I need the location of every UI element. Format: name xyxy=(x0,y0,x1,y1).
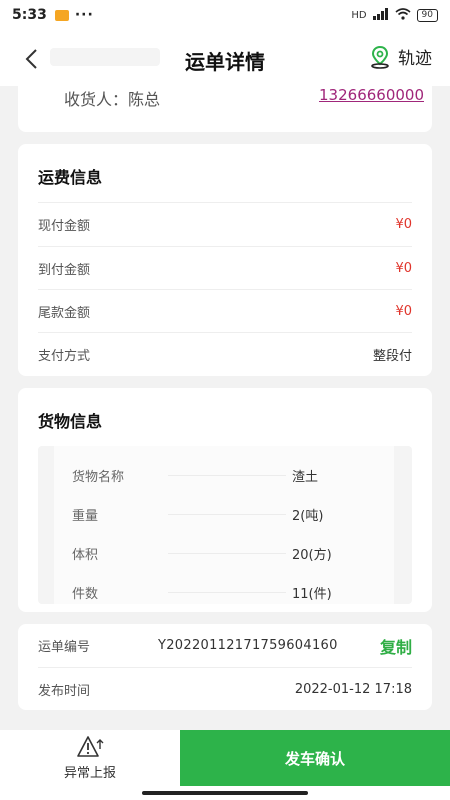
home-indicator-bar xyxy=(0,786,450,800)
chevron-left-icon xyxy=(25,49,37,69)
goods-row: 货物名称 渣土 xyxy=(72,466,372,485)
goods-row-label: 件数 xyxy=(72,587,99,602)
goods-list-inner: 货物名称 渣土 重量 2(吨) 体积 20(方) 件数 11(件) xyxy=(54,446,394,604)
goods-row-value: 11(件) xyxy=(292,587,332,602)
goods-row: 体积 20(方) xyxy=(72,544,372,563)
goods-row-label: 重量 xyxy=(72,509,99,524)
goods-row-label: 货物名称 xyxy=(72,470,125,485)
freight-row-payment-method: 支付方式 整段付 xyxy=(38,332,412,376)
network-type: HD xyxy=(351,9,367,21)
freight-row-prepaid: 现付金额 ¥0 xyxy=(38,202,412,246)
order-number-label: 运单编号 xyxy=(38,640,91,655)
blurred-name xyxy=(50,48,160,66)
goods-list-panel[interactable]: 货物名称 渣土 重量 2(吨) 体积 20(方) 件数 11(件) xyxy=(38,446,412,604)
freight-row-label: 支付方式 xyxy=(38,349,91,364)
order-number-value: Y20220112171759604160 xyxy=(158,638,338,653)
freight-row-balance: 尾款金额 ¥0 xyxy=(38,289,412,333)
track-button[interactable]: 轨迹 xyxy=(368,44,432,69)
freight-row-value: ¥0 xyxy=(395,261,412,276)
freight-row-value: 整段付 xyxy=(372,349,412,364)
freight-row-value: ¥0 xyxy=(395,217,412,232)
depart-confirm-button[interactable]: 发车确认 xyxy=(180,730,450,786)
goods-row-value: 20(方) xyxy=(292,548,332,563)
wifi-icon xyxy=(395,7,411,23)
goods-row-divider xyxy=(168,475,286,476)
signal-icon xyxy=(372,7,389,23)
goods-row-divider xyxy=(168,553,286,554)
freight-row-label: 现付金额 xyxy=(38,219,91,234)
goods-info-title: 货物信息 xyxy=(38,412,103,431)
receiver-card: 收货人：陈总 13266660000 xyxy=(18,86,432,132)
goods-info-card: 货物信息 货物名称 渣土 重量 2(吨) 体积 20(方) 件数 11(件) xyxy=(18,388,432,612)
order-number-row: 运单编号 Y20220112171759604160 复制 xyxy=(38,624,412,667)
notification-icon xyxy=(54,9,69,21)
warning-upload-icon xyxy=(77,736,104,757)
home-indicator[interactable] xyxy=(142,791,308,795)
publish-time-value: 2022-01-12 17:18 xyxy=(294,681,412,697)
receiver-phone-link[interactable]: 13266660000 xyxy=(319,86,424,104)
goods-row: 件数 11(件) xyxy=(72,583,372,602)
publish-time-row: 发布时间 2022-01-12 17:18 xyxy=(38,667,412,710)
goods-row-label: 体积 xyxy=(72,548,99,563)
goods-row-value: 渣土 xyxy=(292,470,319,485)
goods-row: 重量 2(吨) xyxy=(72,505,372,524)
receiver-label: 收货人：陈总 xyxy=(64,90,161,109)
more-notifications-indicator: ··· xyxy=(74,7,94,23)
status-time: 5:33 xyxy=(12,7,47,23)
freight-row-value: ¥0 xyxy=(395,304,412,319)
bottom-action-bar: 异常上报 发车确认 xyxy=(0,730,450,786)
status-bar: 5:33 ··· HD 90 xyxy=(0,0,450,30)
report-exception-button[interactable]: 异常上报 xyxy=(0,730,180,786)
freight-info-title: 运费信息 xyxy=(38,168,103,187)
goods-row-divider xyxy=(168,592,286,593)
report-exception-label: 异常上报 xyxy=(63,766,116,781)
freight-row-label: 到付金额 xyxy=(38,263,91,278)
status-right: HD 90 xyxy=(351,7,438,23)
freight-info-card: 运费信息 现付金额 ¥0 到付金额 ¥0 尾款金额 ¥0 支付方式 整段付 xyxy=(18,144,432,376)
publish-time-label: 发布时间 xyxy=(38,683,91,699)
back-button[interactable] xyxy=(16,44,46,74)
location-pin-icon xyxy=(371,45,389,69)
goods-row-divider xyxy=(168,514,286,515)
freight-row-label: 尾款金额 xyxy=(38,306,91,321)
goods-row-value: 2(吨) xyxy=(292,509,324,524)
battery-icon: 90 xyxy=(416,8,438,22)
copy-button[interactable]: 复制 xyxy=(380,634,412,658)
track-label: 轨迹 xyxy=(398,49,432,69)
order-info-card: 运单编号 Y20220112171759604160 复制 发布时间 2022-… xyxy=(18,624,432,710)
freight-row-collect: 到付金额 ¥0 xyxy=(38,246,412,290)
nav-bar: 运单详情 轨迹 xyxy=(0,30,450,86)
